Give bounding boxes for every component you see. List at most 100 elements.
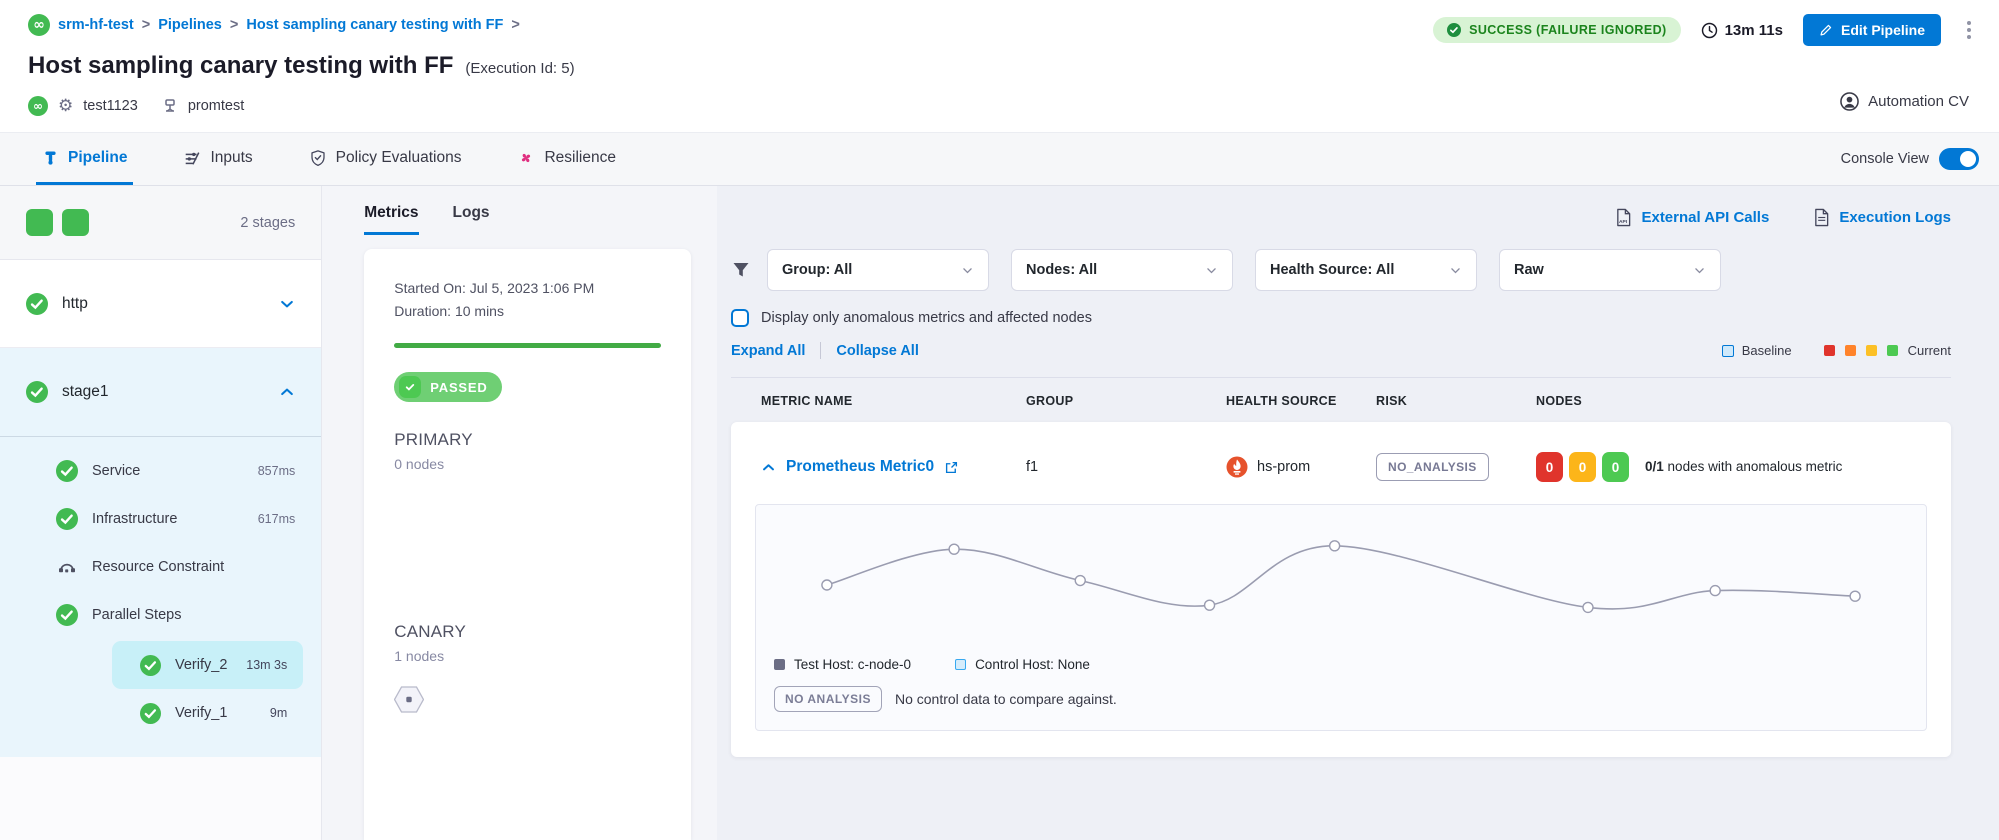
clock-icon	[1701, 22, 1718, 39]
triggered-by: Automation CV	[1840, 92, 1969, 111]
group-filter-value: Group: All	[782, 262, 852, 278]
breadcrumb-separator: >	[511, 17, 519, 33]
page-header: ∞ srm-hf-test > Pipelines > Host samplin…	[0, 0, 1999, 132]
execution-sidebar: 2 stages http stage1 Service 857ms	[0, 186, 322, 840]
external-api-calls-label: External API Calls	[1641, 209, 1769, 226]
chevron-up-icon[interactable]	[279, 384, 295, 400]
more-options-button[interactable]	[1961, 15, 1977, 45]
step-service[interactable]: Service 857ms	[0, 447, 321, 495]
check-circle-icon	[140, 703, 161, 724]
col-risk: RISK	[1376, 394, 1536, 408]
parallel-substeps: Verify_2 13m 3s Verify_1 9m	[0, 639, 321, 739]
step-label: Verify_2	[175, 657, 227, 673]
nodes-filter-value: Nodes: All	[1026, 262, 1097, 278]
node-count-yellow: 0	[1569, 452, 1596, 482]
step-verify-2[interactable]: Verify_2 13m 3s	[112, 641, 303, 689]
col-group: GROUP	[1026, 394, 1226, 408]
step-label: Infrastructure	[92, 511, 177, 527]
step-duration: 9m	[270, 706, 287, 720]
tab-inputs[interactable]: Inputs	[177, 133, 258, 185]
collapse-chevron-up-icon[interactable]	[761, 460, 776, 475]
check-circle-icon	[140, 655, 161, 676]
anomalous-checkbox-label: Display only anomalous metrics and affec…	[761, 310, 1092, 326]
toggle-knob	[1960, 151, 1976, 167]
stage-square-icon	[26, 209, 53, 236]
sidebar-stage-http[interactable]: http	[0, 260, 321, 348]
tab-resilience[interactable]: Resilience	[511, 133, 622, 185]
divider	[0, 436, 321, 437]
expand-collapse-row: Expand All Collapse All Baseline Current	[731, 342, 1951, 359]
edit-pipeline-label: Edit Pipeline	[1841, 22, 1925, 38]
breadcrumb-pipeline-name[interactable]: Host sampling canary testing with FF	[246, 17, 503, 33]
canary-label: CANARY	[394, 622, 661, 642]
header-actions: SUCCESS (FAILURE IGNORED) 13m 11s Edit P…	[1433, 14, 1977, 46]
step-infrastructure[interactable]: Infrastructure 617ms	[0, 495, 321, 543]
chevron-down-icon	[961, 264, 974, 277]
canary-node-count: 1 nodes	[394, 648, 661, 664]
environment-name[interactable]: promtest	[188, 98, 244, 114]
risk-badge: NO_ANALYSIS	[1376, 453, 1489, 481]
check-circle-icon	[56, 604, 78, 626]
anomalous-checkbox[interactable]	[731, 309, 749, 327]
body: 2 stages http stage1 Service 857ms	[0, 186, 1999, 840]
data-type-select[interactable]: Raw	[1499, 249, 1721, 291]
current-swatch-yellow	[1866, 345, 1877, 356]
expand-all-link[interactable]: Expand All	[731, 343, 805, 359]
sidebar-stage-stage1[interactable]: stage1	[0, 348, 321, 436]
started-on: Started On: Jul 5, 2023 1:06 PM	[394, 277, 661, 300]
meta-row: ∞ ⚙ test1123 promtest	[28, 96, 1971, 116]
triggered-by-name: Automation CV	[1868, 93, 1969, 110]
external-api-calls-link[interactable]: API External API Calls	[1615, 208, 1769, 227]
test-host-label: Test Host: c-node-0	[794, 657, 911, 672]
service-name[interactable]: test1123	[83, 98, 138, 114]
tab-logs[interactable]: Logs	[453, 204, 490, 235]
console-view-toggle[interactable]	[1939, 148, 1979, 170]
node-count-green: 0	[1602, 452, 1629, 482]
execution-logs-link[interactable]: Execution Logs	[1813, 208, 1951, 227]
status-badge-label: SUCCESS (FAILURE IGNORED)	[1469, 23, 1667, 37]
health-source-name: hs-prom	[1257, 459, 1310, 475]
breadcrumb-separator: >	[142, 17, 150, 33]
shield-check-icon	[309, 149, 327, 167]
verify-console: Metrics Logs Started On: Jul 5, 2023 1:0…	[322, 186, 717, 840]
duration: Duration: 10 mins	[394, 300, 661, 323]
chevron-down-icon[interactable]	[279, 296, 295, 312]
passed-badge: PASSED	[394, 372, 501, 402]
nodes-filter-select[interactable]: Nodes: All	[1011, 249, 1233, 291]
check-circle-icon	[56, 508, 78, 530]
collapse-all-link[interactable]: Collapse All	[836, 343, 918, 359]
nodes-summary: 0/1 nodes with anomalous metric	[1645, 457, 1925, 477]
health-source-filter-value: Health Source: All	[1270, 262, 1394, 278]
canary-node-hexagon[interactable]	[394, 686, 661, 713]
stage1-label: stage1	[62, 383, 109, 401]
health-source-cell: hs-prom	[1226, 456, 1376, 478]
metric-trend-chart[interactable]	[811, 519, 1871, 651]
tab-policy-evaluations[interactable]: Policy Evaluations	[303, 133, 468, 185]
chevron-down-icon	[1449, 264, 1462, 277]
metric-name-cell: Prometheus Metric0	[761, 458, 1026, 476]
col-nodes: NODES	[1536, 394, 1951, 408]
health-source-filter-select[interactable]: Health Source: All	[1255, 249, 1477, 291]
external-link-icon[interactable]	[944, 460, 959, 475]
primary-label: PRIMARY	[394, 430, 661, 450]
canary-block: CANARY 1 nodes	[394, 622, 661, 713]
status-badge: SUCCESS (FAILURE IGNORED)	[1433, 17, 1681, 43]
metric-name-link[interactable]: Prometheus Metric0	[786, 458, 934, 476]
breadcrumb-project[interactable]: srm-hf-test	[58, 17, 134, 33]
breadcrumb-separator: >	[230, 17, 238, 33]
step-duration: 617ms	[258, 512, 296, 526]
passed-check-icon	[399, 376, 421, 398]
step-resource-constraint[interactable]: Resource Constraint	[0, 543, 321, 591]
current-label: Current	[1908, 343, 1951, 358]
divider	[820, 342, 821, 359]
tab-pipeline[interactable]: Pipeline	[36, 133, 133, 185]
group-filter-select[interactable]: Group: All	[767, 249, 989, 291]
tab-metrics[interactable]: Metrics	[364, 204, 418, 235]
step-parallel-steps[interactable]: Parallel Steps	[0, 591, 321, 639]
breadcrumb-pipelines[interactable]: Pipelines	[158, 17, 222, 33]
nodes-cell: 0 0 0 0/1 nodes with anomalous metric	[1536, 452, 1925, 482]
stage1-section: stage1 Service 857ms Infrastructure 617m…	[0, 348, 321, 757]
svg-text:API: API	[1619, 219, 1628, 225]
edit-pipeline-button[interactable]: Edit Pipeline	[1803, 14, 1941, 46]
step-verify-1[interactable]: Verify_1 9m	[112, 689, 303, 737]
